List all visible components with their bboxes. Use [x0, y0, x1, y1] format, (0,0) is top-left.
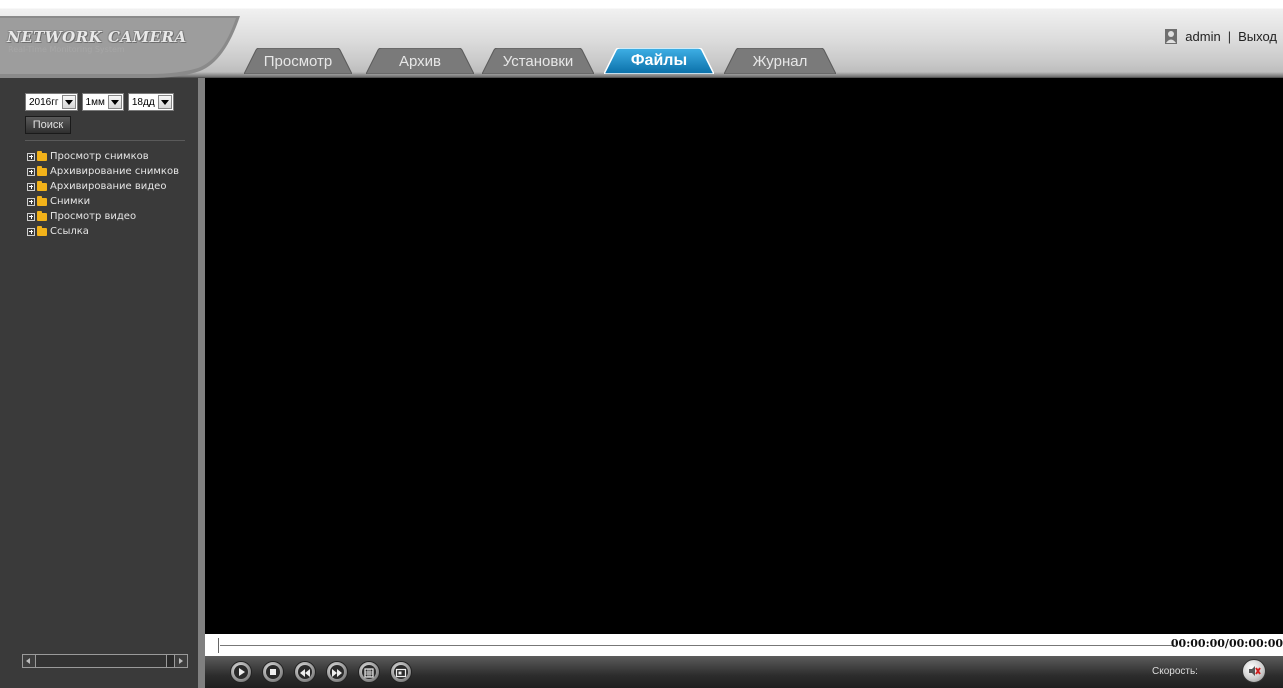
folder-icon [37, 150, 47, 161]
snapshot-button[interactable] [390, 661, 412, 683]
tree-item-label: Архивирование видео [50, 181, 167, 192]
progress-handle[interactable] [218, 638, 223, 653]
user-icon [1165, 28, 1178, 44]
frame-step-icon [362, 665, 376, 679]
tab-zhurnal[interactable]: Журнал [724, 48, 836, 74]
sidebar-splitter[interactable] [198, 78, 205, 688]
divider [25, 140, 185, 141]
playback-time: 00:00:00/00:00:00 [1170, 637, 1283, 650]
folder-icon [37, 210, 47, 221]
sidebar-panel: 2016гг 1мм 18дд Поиск Просмотр снимков А… [0, 78, 198, 688]
logo-subtitle: Real-Time Monitoring System [8, 45, 125, 54]
tab-label: Установки [502, 53, 574, 70]
fast-forward-icon [330, 665, 344, 679]
play-icon [234, 665, 248, 679]
expand-icon[interactable] [27, 197, 35, 206]
chevron-down-icon[interactable] [61, 95, 76, 109]
search-button[interactable]: Поиск [25, 116, 71, 134]
expand-icon[interactable] [27, 227, 35, 236]
expand-icon[interactable] [27, 182, 35, 191]
playback-progress[interactable]: 00:00:00/00:00:00 [205, 634, 1283, 656]
date-filter: 2016гг 1мм 18дд [25, 93, 174, 111]
tab-label: Просмотр [263, 53, 333, 70]
user-area: admin | Выход [1165, 26, 1277, 46]
header-bar: NETWORK CAMERA Real-Time Monitoring Syst… [0, 0, 1283, 78]
tree-item[interactable]: Архивирование видео [27, 179, 179, 194]
app-window: NETWORK CAMERA Real-Time Monitoring Syst… [0, 0, 1283, 688]
year-select[interactable]: 2016гг [25, 93, 78, 111]
tab-label: Файлы [630, 52, 688, 69]
tab-faily[interactable]: Файлы [604, 48, 714, 74]
tree-item-label: Архивирование снимков [50, 166, 179, 177]
tree-item[interactable]: Архивирование снимков [27, 164, 179, 179]
stop-button[interactable] [262, 661, 284, 683]
chevron-down-icon[interactable] [107, 95, 122, 109]
year-select-value: 2016гг [29, 96, 59, 108]
mute-icon [1249, 666, 1261, 676]
folder-icon [37, 225, 47, 236]
tree-item-label: Просмотр снимков [50, 151, 149, 162]
logo-title: NETWORK CAMERA [7, 28, 187, 46]
expand-icon[interactable] [27, 152, 35, 161]
tab-label: Журнал [752, 53, 808, 70]
folder-icon [37, 195, 47, 206]
month-select[interactable]: 1мм [81, 93, 124, 111]
tree-item[interactable]: Просмотр снимков [27, 149, 179, 164]
progress-track[interactable] [220, 645, 1175, 646]
frame-step-button[interactable] [358, 661, 380, 683]
video-display[interactable] [205, 78, 1283, 634]
tab-ustanovki[interactable]: Установки [482, 48, 594, 74]
month-select-value: 1мм [85, 96, 105, 108]
file-tree: Просмотр снимков Архивирование снимков А… [27, 149, 179, 239]
user-separator: | [1227, 28, 1232, 44]
tab-arhiv[interactable]: Архив [366, 48, 474, 74]
tree-item-label: Ссылка [50, 226, 89, 237]
rewind-button[interactable] [294, 661, 316, 683]
rewind-icon [298, 665, 312, 679]
scrollbar-thumb[interactable] [36, 655, 167, 667]
sidebar: 2016гг 1мм 18дд Поиск Просмотр снимков А… [0, 78, 205, 688]
scroll-left-icon[interactable] [23, 655, 36, 667]
expand-icon[interactable] [27, 167, 35, 176]
folder-icon [37, 180, 47, 191]
chevron-down-icon[interactable] [157, 95, 172, 109]
tree-item[interactable]: Ссылка [27, 224, 179, 239]
fast-forward-button[interactable] [326, 661, 348, 683]
scroll-right-icon[interactable] [174, 655, 187, 667]
username: admin [1185, 28, 1221, 44]
stop-icon [266, 665, 280, 679]
logo: NETWORK CAMERA Real-Time Monitoring Syst… [0, 8, 250, 78]
tree-item[interactable]: Просмотр видео [27, 209, 179, 224]
folder-icon [37, 165, 47, 176]
tree-item[interactable]: Снимки [27, 194, 179, 209]
expand-icon[interactable] [27, 212, 35, 221]
play-button[interactable] [230, 661, 252, 683]
tab-prosmotr[interactable]: Просмотр [244, 48, 352, 74]
snapshot-icon [394, 665, 408, 679]
player-controls: Скорость: [205, 656, 1283, 688]
logout-link[interactable]: Выход [1238, 29, 1277, 44]
day-select-value: 18дд [131, 96, 155, 108]
tree-item-label: Просмотр видео [50, 211, 137, 222]
tree-item-label: Снимки [50, 196, 91, 207]
tab-label: Архив [398, 53, 442, 70]
horizontal-scrollbar[interactable] [22, 654, 188, 668]
speed-label: Скорость: [1152, 666, 1198, 677]
mute-button[interactable] [1242, 659, 1266, 683]
day-select[interactable]: 18дд [127, 93, 174, 111]
